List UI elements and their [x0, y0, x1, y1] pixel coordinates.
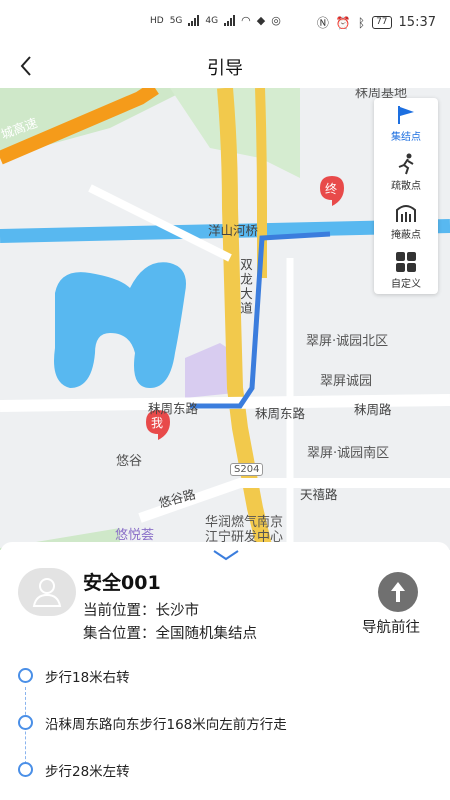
assembly-location-label: 集合位置：	[83, 626, 156, 642]
step-item[interactable]: 步行18米右转	[0, 660, 450, 690]
yougu-label: 悠谷	[116, 454, 143, 469]
clock: 15:37	[398, 15, 436, 30]
step-dot	[18, 762, 33, 777]
app-header: 引导	[0, 44, 450, 88]
grid-icon	[396, 252, 416, 272]
running-person-icon	[398, 153, 414, 175]
nfc-icon: Ⓝ	[316, 16, 329, 30]
current-location-label: 当前位置：	[83, 603, 156, 619]
tool-label: 自定义	[391, 279, 421, 290]
battery-icon: 77	[372, 16, 392, 29]
signal-icon	[188, 15, 200, 26]
tool-evacuation-point[interactable]: 疏散点	[374, 147, 438, 196]
step-item[interactable]: 沿秣周东路向东步行168米向左前方行走	[0, 707, 450, 737]
navigate-arrow-icon	[391, 582, 405, 602]
hd-label: HD	[150, 15, 164, 26]
community-label: 翠屏诚园	[320, 374, 373, 389]
youyue-label: 悠悦荟	[115, 528, 155, 543]
app-icon: ◎	[271, 14, 281, 27]
alarm-icon: ⏰	[335, 15, 351, 30]
community-south-label: 翠屏·诚园南区	[307, 446, 390, 461]
signal-icon-2	[224, 15, 236, 26]
bridge-label: 洋山河桥	[208, 223, 259, 238]
tianxi-road-label: 天禧路	[300, 487, 338, 502]
tool-label: 掩蔽点	[391, 230, 421, 241]
notification-bell-icon: ◆	[256, 14, 266, 27]
current-location-row: 当前位置：长沙市	[83, 599, 199, 620]
map-view[interactable]: 终 我 城高速 秣周基地 洋山河桥 双龙大道 翠屏·诚园北区 翠屏诚园 秣周东路…	[0, 88, 450, 550]
flag-icon	[398, 106, 414, 124]
bluetooth-icon: ᛒ	[357, 15, 366, 30]
page-title: 引导	[207, 58, 243, 79]
tool-shelter-point[interactable]: 掩蔽点	[374, 196, 438, 245]
tool-assembly-point[interactable]: 集结点	[374, 98, 438, 147]
person-icon	[32, 578, 62, 607]
5g-label: 5G	[169, 15, 183, 26]
step-dot	[18, 668, 33, 683]
assembly-location-value: 全国随机集结点	[155, 626, 258, 642]
step-item[interactable]: 步行28米左转	[0, 754, 450, 784]
avatar	[18, 568, 76, 616]
step-text: 沿秣周东路向东步行168米向左前方行走	[45, 717, 287, 733]
guide-sheet: 安全001 当前位置：长沙市 集合位置：全国随机集结点 导航前往 步行18米右转…	[0, 542, 450, 800]
road-number-badge: S204	[230, 463, 264, 476]
avenue-label: 双龙大道	[238, 258, 253, 316]
assembly-location-row: 集合位置：全国随机集结点	[83, 622, 257, 643]
step-text: 步行28米左转	[45, 764, 130, 780]
user-name: 安全001	[83, 572, 161, 594]
current-location-value: 长沙市	[155, 603, 200, 619]
community-north-label: 翠屏·诚园北区	[306, 334, 389, 349]
navigate-button[interactable]	[378, 572, 418, 612]
wifi-icon: ◠	[241, 14, 251, 27]
road-label-east: 秣周路	[354, 402, 392, 417]
end-marker-label: 终	[325, 182, 338, 196]
navigate-label[interactable]: 导航前往	[362, 616, 420, 637]
chevron-down-icon[interactable]	[212, 548, 240, 562]
network-indicators: HD 5G 4G ◠ ◆ ◎	[150, 14, 281, 27]
tool-custom[interactable]: 自定义	[374, 245, 438, 294]
status-bar: HD 5G 4G ◠ ◆ ◎ Ⓝ ⏰ ᛒ 77 15:37	[0, 0, 450, 44]
system-indicators: Ⓝ ⏰ ᛒ 77 15:37	[317, 14, 436, 31]
step-dot	[18, 715, 33, 730]
map-tools-panel: 集结点 疏散点 掩蔽点 自定义	[374, 98, 438, 294]
tool-label: 疏散点	[391, 181, 421, 192]
4g-label: 4G	[205, 15, 219, 26]
road-label-mid: 秣周东路	[255, 406, 306, 421]
road-label-west: 秣周东路	[148, 401, 199, 416]
shelter-icon	[396, 205, 416, 222]
lake	[54, 262, 186, 388]
tool-label: 集结点	[391, 132, 421, 143]
step-text: 步行18米右转	[45, 670, 130, 686]
